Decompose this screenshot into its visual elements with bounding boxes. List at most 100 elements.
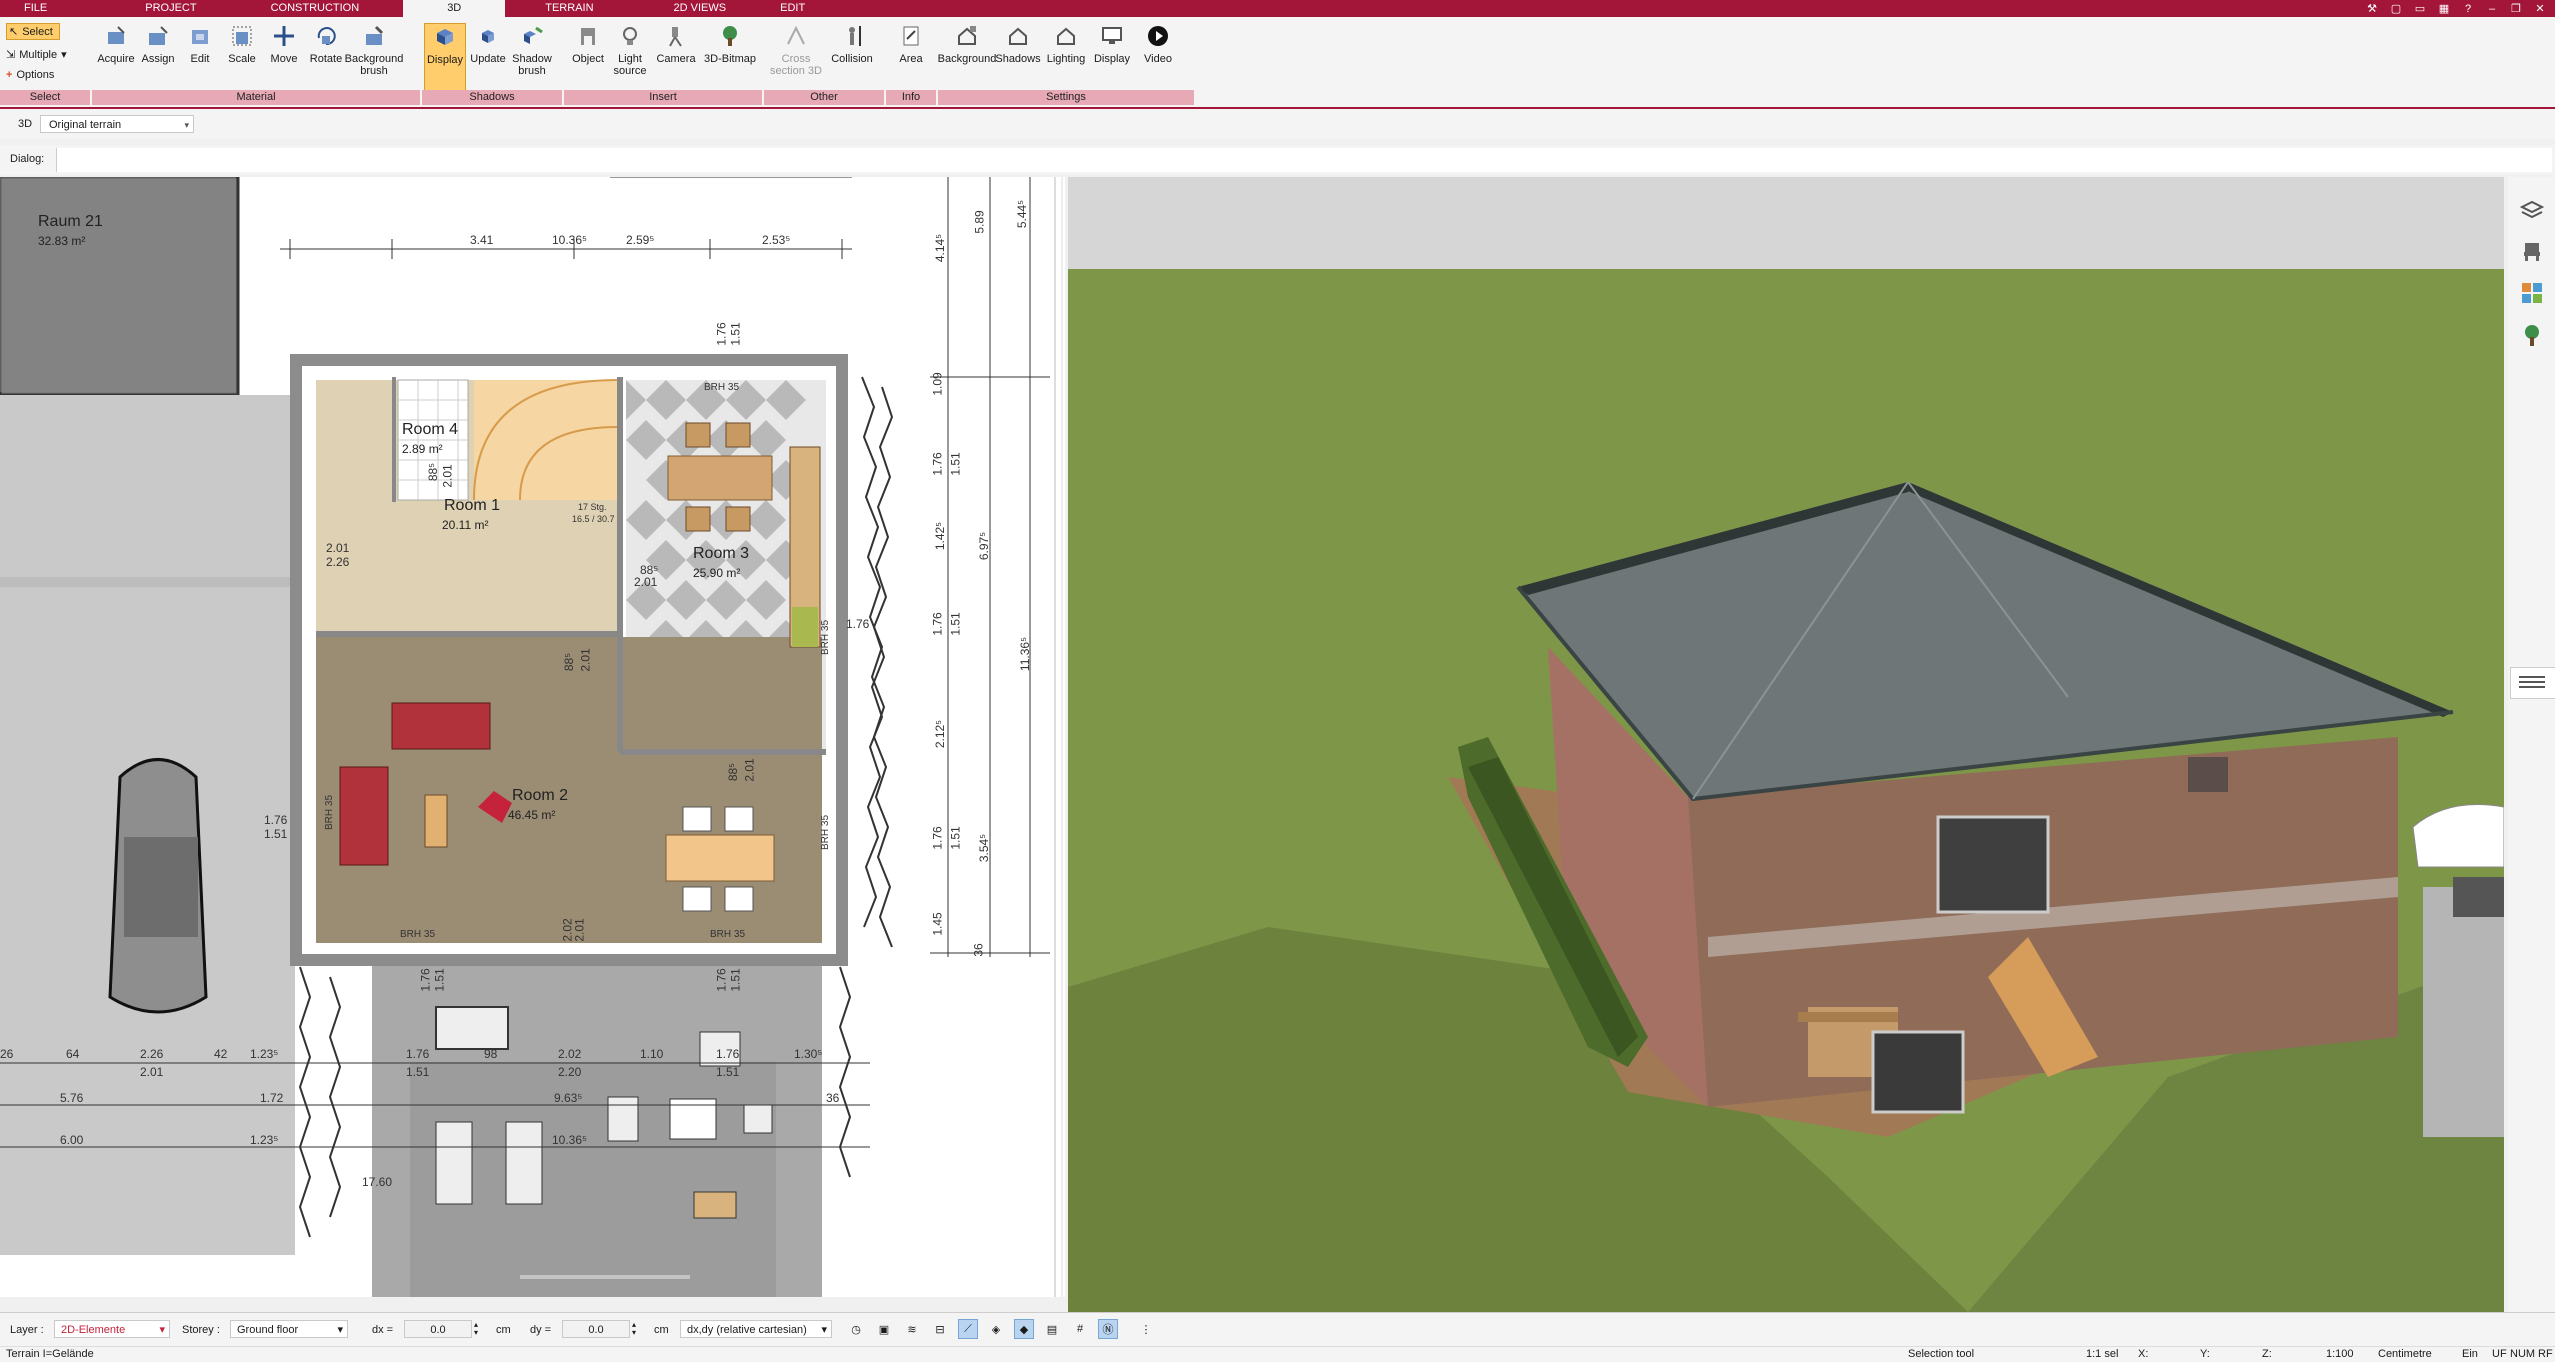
- background-button[interactable]: Background: [938, 23, 996, 89]
- collision-icon: [839, 23, 865, 49]
- select-button[interactable]: ↖ Select: [6, 23, 60, 40]
- tree-icon[interactable]: [2520, 323, 2544, 347]
- dim-bottom-18: 36: [826, 1091, 840, 1105]
- dim-bottom-5: 1.23⁵: [250, 1047, 279, 1061]
- update-icon: [475, 23, 501, 49]
- help-icon[interactable]: ?: [2461, 3, 2475, 15]
- plus-icon: +: [6, 69, 13, 81]
- layers-toggle-icon[interactable]: ≋: [902, 1319, 922, 1339]
- video-button[interactable]: Video: [1134, 23, 1182, 89]
- tab-2d-views[interactable]: 2D VIEWS: [634, 0, 757, 17]
- window-label-brh: BRH 35: [324, 794, 336, 831]
- tab-construction[interactable]: CONSTRUCTION: [247, 0, 404, 17]
- collision-button[interactable]: Collision: [830, 23, 874, 89]
- group-title-settings: Settings: [938, 90, 1194, 105]
- move-button[interactable]: Move: [262, 23, 306, 89]
- group-shadows: Display Update Shadow brush Shadows: [422, 17, 562, 107]
- pin-icon[interactable]: ⚒: [2365, 2, 2379, 15]
- panel-toggle-icon[interactable]: [2510, 667, 2555, 699]
- tab-project[interactable]: PROJECT: [71, 0, 246, 17]
- tab-3d[interactable]: 3D: [403, 0, 506, 17]
- tool-icon[interactable]: ⊟: [930, 1319, 950, 1339]
- fill-icon[interactable]: ◆: [1014, 1319, 1034, 1339]
- materials-icon[interactable]: [2520, 281, 2544, 305]
- tab-edit[interactable]: EDIT: [756, 0, 829, 17]
- scale-icon: [229, 23, 255, 49]
- cross-section-3d-button[interactable]: Cross section 3D: [770, 23, 822, 89]
- grid-icon[interactable]: #: [1070, 1319, 1090, 1339]
- folder-icon[interactable]: ▭: [2413, 2, 2427, 15]
- dim-bottom-12: 1.76: [716, 1047, 740, 1061]
- 3d-view[interactable]: [1068, 177, 2504, 1312]
- hatch-icon[interactable]: ▤: [1042, 1319, 1062, 1339]
- group-insert: Object Light source Camera 3D-Bitmap Ins…: [564, 17, 762, 107]
- house-light-icon: [1053, 23, 1079, 49]
- floor-plan-2d-view[interactable]: Raum 21 32.83 m² Room 4 2.89 m² Room 1 2…: [0, 177, 1065, 1297]
- group-select: ↖ Select ⇲ Multiple ▾ + Options Select: [0, 17, 90, 107]
- assign-button[interactable]: Assign: [136, 23, 180, 89]
- dx-input[interactable]: 0.0: [404, 1320, 472, 1338]
- acquire-button[interactable]: Acquire: [94, 23, 138, 89]
- shadows-settings-button[interactable]: Shadows: [994, 23, 1042, 89]
- edit-button[interactable]: Edit: [178, 23, 222, 89]
- object-button[interactable]: Object: [566, 23, 610, 89]
- rotate-button[interactable]: Rotate: [304, 23, 348, 89]
- move-icon: [271, 23, 297, 49]
- scale-button[interactable]: Scale: [220, 23, 264, 89]
- window-dim-label: 1.76: [846, 617, 870, 631]
- room-label-room-1: Room 1: [444, 497, 501, 514]
- area-button[interactable]: Area: [889, 23, 933, 89]
- more-icon[interactable]: ⋮: [1136, 1319, 1156, 1339]
- dim-bottom-19: 6.00: [60, 1133, 84, 1147]
- room-area-room-2: 46.45 m²: [508, 808, 556, 822]
- clock-icon[interactable]: ◷: [846, 1319, 866, 1339]
- view-label: 3D: [18, 118, 33, 130]
- camera-icon: [663, 23, 689, 49]
- background-brush-button[interactable]: Background brush: [345, 23, 403, 89]
- dim-bottom-8: 98: [484, 1047, 498, 1061]
- status-z: Z:: [2262, 1348, 2272, 1360]
- shadow-brush-button[interactable]: Shadow brush: [510, 23, 554, 89]
- shadows-display-button[interactable]: Display: [424, 23, 466, 91]
- measure-icon[interactable]: ◈: [986, 1319, 1006, 1339]
- window-dim-label: 1.51: [432, 968, 447, 992]
- snap-icon[interactable]: ▣: [874, 1319, 894, 1339]
- layers-icon[interactable]: [2519, 197, 2545, 221]
- light-source-button[interactable]: Light source: [608, 23, 652, 89]
- chair-icon[interactable]: [2520, 239, 2544, 263]
- coordinate-mode-dropdown[interactable]: dx,dy (relative cartesian) ▾: [680, 1320, 832, 1338]
- storey-dropdown[interactable]: Ground floor ▾: [230, 1320, 348, 1338]
- layer-dropdown[interactable]: 2D-Elemente ▾: [54, 1320, 170, 1338]
- lighting-button[interactable]: Lighting: [1042, 23, 1090, 89]
- chevron-down-icon: ▾: [337, 1324, 343, 1336]
- dy-stepper-icon[interactable]: ▴ ▾: [632, 1321, 636, 1337]
- restore-icon[interactable]: ❐: [2509, 2, 2523, 15]
- dim-right-12: 1.76: [930, 826, 945, 850]
- dy-input[interactable]: 0.0: [562, 1320, 630, 1338]
- window-dim-label: 1.76: [418, 968, 433, 992]
- room-area-room-3: 25.90 m²: [693, 566, 741, 580]
- room-label-room-4: Room 4: [402, 421, 459, 438]
- monitor-icon: [1099, 23, 1125, 49]
- status-y: Y:: [2200, 1348, 2210, 1360]
- group-material: Acquire Assign Edit Scale Move Rotate Ba…: [92, 17, 420, 107]
- dx-stepper-icon[interactable]: ▴ ▾: [474, 1321, 478, 1337]
- camera-button[interactable]: Camera: [654, 23, 698, 89]
- options-button[interactable]: + Options: [6, 69, 54, 81]
- line-snap-icon[interactable]: ⟋: [958, 1319, 978, 1339]
- close-icon[interactable]: ✕: [2533, 2, 2547, 15]
- multiple-button[interactable]: ⇲ Multiple ▾: [6, 48, 67, 62]
- eyedropper-icon: [103, 23, 129, 49]
- terrain-dropdown[interactable]: Original terrain ▾: [40, 115, 194, 133]
- lock-icon[interactable]: ▢: [2389, 2, 2403, 15]
- 3d-bitmap-button[interactable]: 3D-Bitmap: [702, 23, 758, 89]
- north-icon[interactable]: Ⓝ: [1098, 1319, 1118, 1339]
- shadows-update-button[interactable]: Update: [466, 23, 510, 89]
- dim-bottom-20: 1.23⁵: [250, 1133, 279, 1147]
- minimize-icon[interactable]: –: [2485, 3, 2499, 15]
- display-settings-button[interactable]: Display: [1088, 23, 1136, 89]
- grid-icon[interactable]: ▦: [2437, 2, 2451, 15]
- dialog-input[interactable]: [56, 148, 2552, 172]
- tab-file[interactable]: FILE: [0, 0, 71, 17]
- tab-terrain[interactable]: TERRAIN: [505, 0, 633, 17]
